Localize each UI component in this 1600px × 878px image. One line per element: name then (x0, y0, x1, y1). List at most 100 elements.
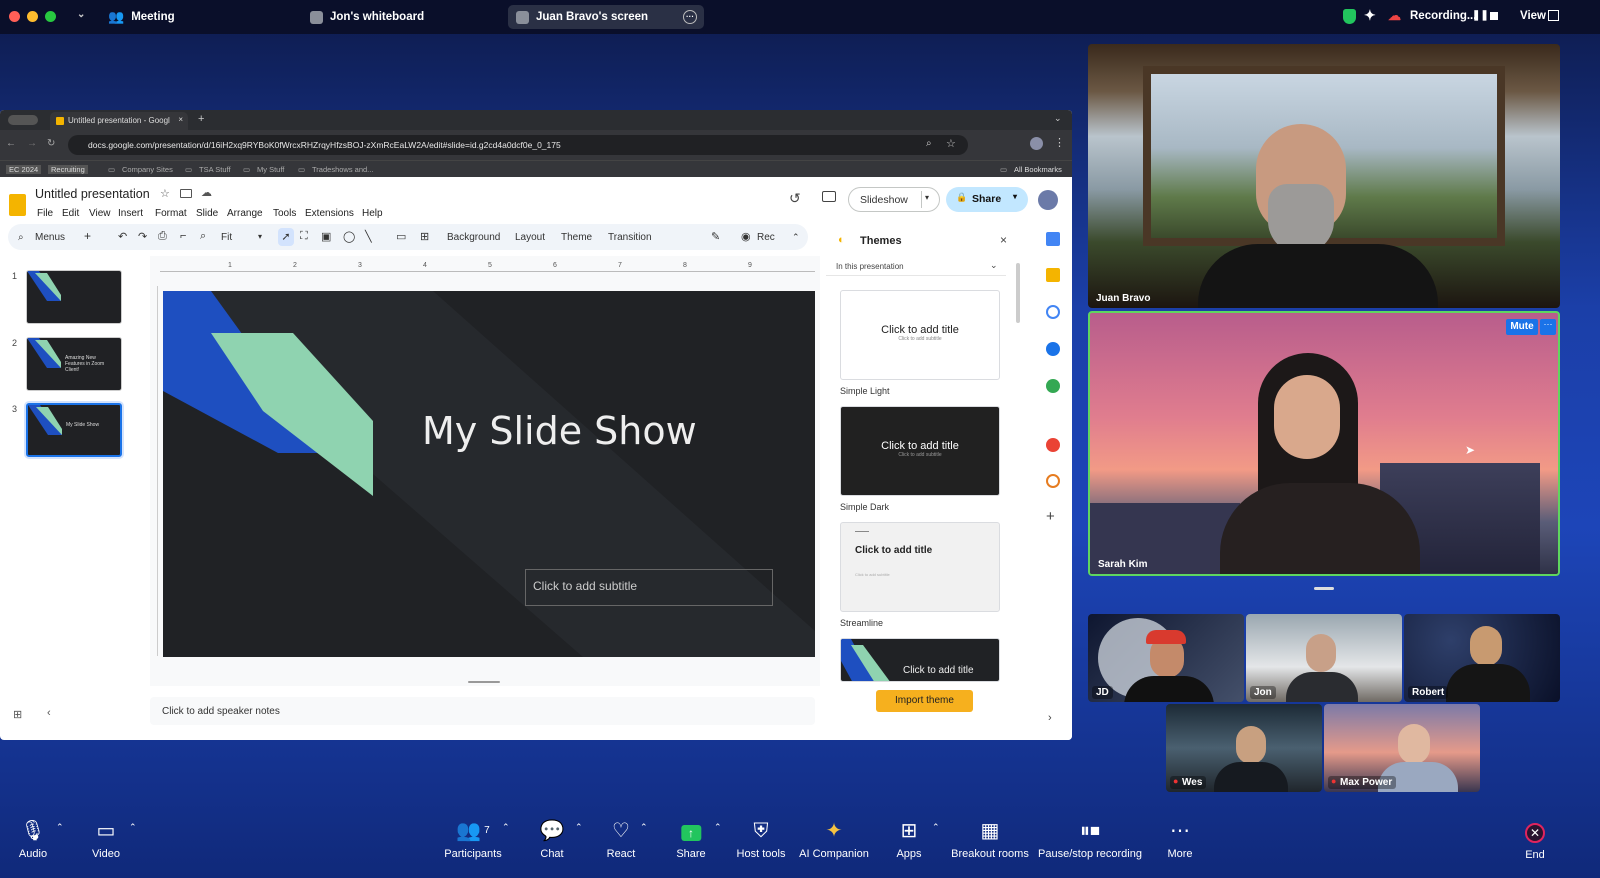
keep-icon[interactable] (1046, 268, 1060, 282)
current-slide[interactable]: My Slide Show Click to add subtitle (163, 291, 815, 657)
menu-arrange[interactable]: Arrange (227, 208, 263, 219)
resize-handle[interactable] (468, 681, 500, 683)
menu-format[interactable]: Format (155, 208, 187, 219)
menu-view[interactable]: View (89, 208, 111, 219)
move-folder-icon[interactable] (180, 189, 192, 198)
screen-share-tab[interactable]: Juan Bravo's screen ··· (508, 5, 704, 29)
ai-companion-button[interactable]: ✦ AI Companion (799, 820, 869, 860)
slide-thumbnail-1[interactable] (26, 270, 122, 324)
transition-button[interactable]: Transition (608, 232, 652, 243)
more-button[interactable]: ⋯ More (1167, 820, 1192, 860)
apps-button[interactable]: ⊞ Apps (896, 820, 921, 860)
slides-logo[interactable] (9, 194, 26, 216)
pause-recording-button[interactable]: ⏸⏹ Pause/stop recording (1038, 820, 1142, 860)
video-tile-sarah-kim[interactable]: Mute ··· ➤ Sarah Kim (1088, 311, 1560, 576)
menu-tools[interactable]: Tools (273, 208, 296, 219)
themes-filter-dropdown[interactable]: In this presentation ⌄ (826, 258, 1006, 276)
rec-button[interactable]: Rec (757, 232, 775, 243)
mute-button[interactable]: Mute (1506, 319, 1538, 335)
bookmark-item[interactable]: EC 2024 (6, 165, 42, 174)
slide-thumbnail-3[interactable]: My Slide Show (26, 403, 122, 457)
menu-slide[interactable]: Slide (196, 208, 218, 219)
addon-icon[interactable] (1046, 474, 1060, 488)
zoom-icon[interactable]: ⌕ (200, 230, 206, 243)
theme-card-simple-dark[interactable]: Click to add title Click to add subtitle (840, 406, 1000, 496)
maximize-window-icon[interactable] (45, 11, 56, 22)
maps-icon[interactable] (1046, 379, 1060, 393)
paint-format-icon[interactable]: ⌐ (180, 230, 186, 242)
bookmark-item[interactable]: Recruiting (48, 165, 88, 174)
search-menus-button[interactable]: Menus (35, 232, 65, 243)
host-tools-button[interactable]: ⛨ Host tools (737, 820, 786, 860)
bookmark-item[interactable]: My Stuff (257, 165, 284, 174)
chevron-down-icon[interactable]: ⌄ (77, 9, 85, 20)
print-icon[interactable]: ⎙ (158, 230, 167, 243)
resize-handle[interactable] (1314, 587, 1334, 590)
star-icon[interactable]: ☆ (160, 187, 170, 200)
bookmark-item[interactable]: Tradeshows and... (312, 165, 373, 174)
chevron-up-icon[interactable]: ⌃ (56, 822, 64, 833)
zoom-icon[interactable]: ⌕ (926, 138, 932, 149)
calendar-icon[interactable] (1046, 232, 1060, 246)
history-icon[interactable]: ↺ (789, 190, 801, 207)
image-icon[interactable]: ▣ (321, 230, 331, 243)
chevron-down-icon[interactable]: ▾ (925, 193, 929, 202)
record-icon[interactable]: ◉ (741, 230, 751, 243)
chevron-up-icon[interactable]: ⌃ (714, 822, 722, 833)
chevron-up-icon[interactable]: ⌃ (129, 822, 137, 833)
document-title[interactable]: Untitled presentation (35, 187, 150, 201)
pen-tool-icon[interactable]: ✎ (711, 230, 720, 243)
react-button[interactable]: ♡ React (607, 820, 636, 860)
tab-search-icon[interactable]: ⌄ (1054, 113, 1062, 124)
import-theme-button[interactable]: Import theme (876, 690, 973, 712)
meeting-tab[interactable]: 👥 Meeting (100, 5, 183, 29)
back-icon[interactable]: ← (6, 138, 16, 149)
frame-icon[interactable]: ⛶ (300, 230, 308, 243)
chevron-down-icon[interactable]: ▾ (258, 232, 262, 241)
close-tab-icon[interactable]: × (178, 115, 183, 124)
new-tab-icon[interactable]: + (198, 113, 204, 125)
menu-help[interactable]: Help (362, 208, 383, 219)
layout-button[interactable]: Layout (515, 232, 545, 243)
speaker-notes[interactable]: Click to add speaker notes (150, 697, 815, 725)
menu-insert[interactable]: Insert (118, 208, 143, 219)
video-tile-jon[interactable]: Jon (1246, 614, 1402, 702)
video-tile-max-power[interactable]: Max Power ● (1324, 704, 1480, 792)
grid-view-icon[interactable]: ⊞ (13, 708, 22, 721)
video-tile-juan-bravo[interactable]: Juan Bravo (1088, 44, 1560, 308)
user-avatar[interactable] (1038, 190, 1058, 210)
reload-icon[interactable]: ↻ (47, 138, 55, 149)
subtitle-placeholder[interactable]: Click to add subtitle (525, 569, 773, 606)
chevron-up-icon[interactable]: ⌃ (502, 822, 510, 833)
chevron-up-icon[interactable]: ⌃ (575, 822, 583, 833)
slide-thumbnail-2[interactable]: Amazing New Features in Zoom Client! (26, 337, 122, 391)
video-tile-robert[interactable]: Robert (1404, 614, 1560, 702)
end-meeting-button[interactable]: ✕ End (1525, 820, 1545, 861)
theme-card-simple-light[interactable]: Click to add title Click to add subtitle (840, 290, 1000, 380)
zoom-select[interactable]: Fit (221, 232, 232, 243)
comment-add-icon[interactable]: ⊞ (420, 230, 429, 243)
contacts-icon[interactable] (1046, 342, 1060, 356)
stop-icon[interactable] (1490, 12, 1498, 20)
theme-button[interactable]: Theme (561, 232, 592, 243)
video-button[interactable]: ▭ Video (92, 820, 120, 860)
more-options-icon[interactable]: ··· (683, 10, 697, 24)
bookmark-item[interactable]: TSA Stuff (199, 165, 231, 174)
text-box-icon[interactable]: ▭ (396, 230, 406, 243)
layout-icon[interactable] (1548, 10, 1559, 21)
video-tile-jd[interactable]: JD (1088, 614, 1244, 702)
chevron-down-icon[interactable]: ▾ (1013, 192, 1017, 201)
new-slide-icon[interactable]: + (84, 229, 91, 243)
whiteboard-tab[interactable]: Jon's whiteboard (302, 5, 432, 29)
chat-button[interactable]: 💬 Chat (540, 820, 565, 860)
profile-avatar[interactable] (1030, 137, 1043, 150)
menu-extensions[interactable]: Extensions (305, 208, 354, 219)
sparkle-icon[interactable]: ✦ (1364, 7, 1376, 24)
bookmark-item[interactable]: Company Sites (122, 165, 173, 174)
collapse-toolbar-icon[interactable]: ⌃ (792, 232, 800, 243)
more-options-icon[interactable]: ··· (1540, 319, 1556, 335)
background-button[interactable]: Background (447, 232, 500, 243)
shape-icon[interactable]: ◯ (343, 230, 355, 243)
add-icon[interactable]: + (1046, 508, 1055, 525)
share-button[interactable]: 🔒 Share ▾ (946, 187, 1028, 212)
